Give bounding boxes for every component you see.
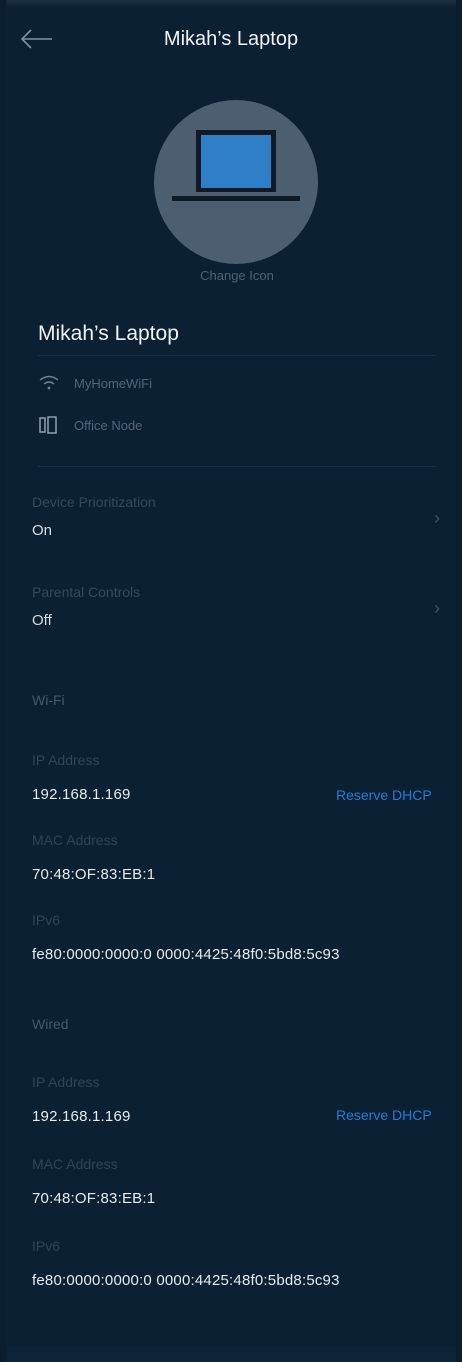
wired-ipv6-label: IPv6 [32, 1238, 61, 1254]
device-name[interactable]: Mikah’s Laptop [38, 322, 179, 346]
bottom-edge [6, 1346, 456, 1362]
node-icon [38, 416, 60, 434]
wired-mac-label: MAC Address [32, 1156, 118, 1172]
node-name: Office Node [74, 417, 143, 433]
device-prioritization-row[interactable]: Device Prioritization On › [6, 494, 456, 560]
wired-ip-value: 192.168.1.169 [32, 1108, 131, 1125]
chevron-right-icon: › [434, 508, 440, 528]
wifi-ipv6-label: IPv6 [32, 912, 61, 928]
network-row: MyHomeWiFi [38, 374, 152, 392]
status-bar [6, 0, 456, 8]
divider [38, 466, 436, 467]
setting-value: On [32, 522, 53, 539]
setting-value: Off [32, 612, 52, 629]
wifi-mac-label: MAC Address [32, 832, 118, 848]
change-icon-link[interactable]: Change Icon [6, 268, 462, 283]
wired-section-heading: Wired [32, 1016, 69, 1032]
page-title: Mikah’s Laptop [163, 28, 299, 50]
wired-ipv6-value: fe80:0000:0000:0 0000:4425:48f0:5bd8:5c9… [32, 1272, 340, 1289]
device-avatar[interactable] [154, 100, 318, 264]
device-details-screen: Mikah’s Laptop Change Icon Mikah’s Lapto… [6, 0, 456, 1362]
wired-mac-value: 70:48:OF:83:EB:1 [32, 1190, 156, 1207]
setting-label: Device Prioritization [32, 494, 156, 510]
chevron-right-icon: › [434, 598, 440, 618]
node-row: Office Node [38, 416, 142, 434]
wired-reserve-dhcp-link[interactable]: Reserve DHCP [336, 1107, 432, 1123]
parental-controls-row[interactable]: Parental Controls Off › [6, 584, 456, 650]
wifi-ip-value: 192.168.1.169 [32, 786, 131, 803]
wifi-ipv6-value: fe80:0000:0000:0 0000:4425:48f0:5bd8:5c9… [32, 946, 340, 963]
wifi-icon [38, 374, 60, 392]
wifi-reserve-dhcp-link[interactable]: Reserve DHCP [336, 787, 432, 803]
laptop-icon [172, 130, 300, 201]
network-name: MyHomeWiFi [74, 375, 152, 391]
wifi-section-heading: Wi-Fi [32, 692, 65, 708]
wifi-mac-value: 70:48:OF:83:EB:1 [32, 866, 156, 883]
wired-ip-label: IP Address [32, 1074, 100, 1090]
wifi-ip-label: IP Address [32, 752, 100, 768]
setting-label: Parental Controls [32, 584, 141, 600]
divider [38, 355, 436, 356]
